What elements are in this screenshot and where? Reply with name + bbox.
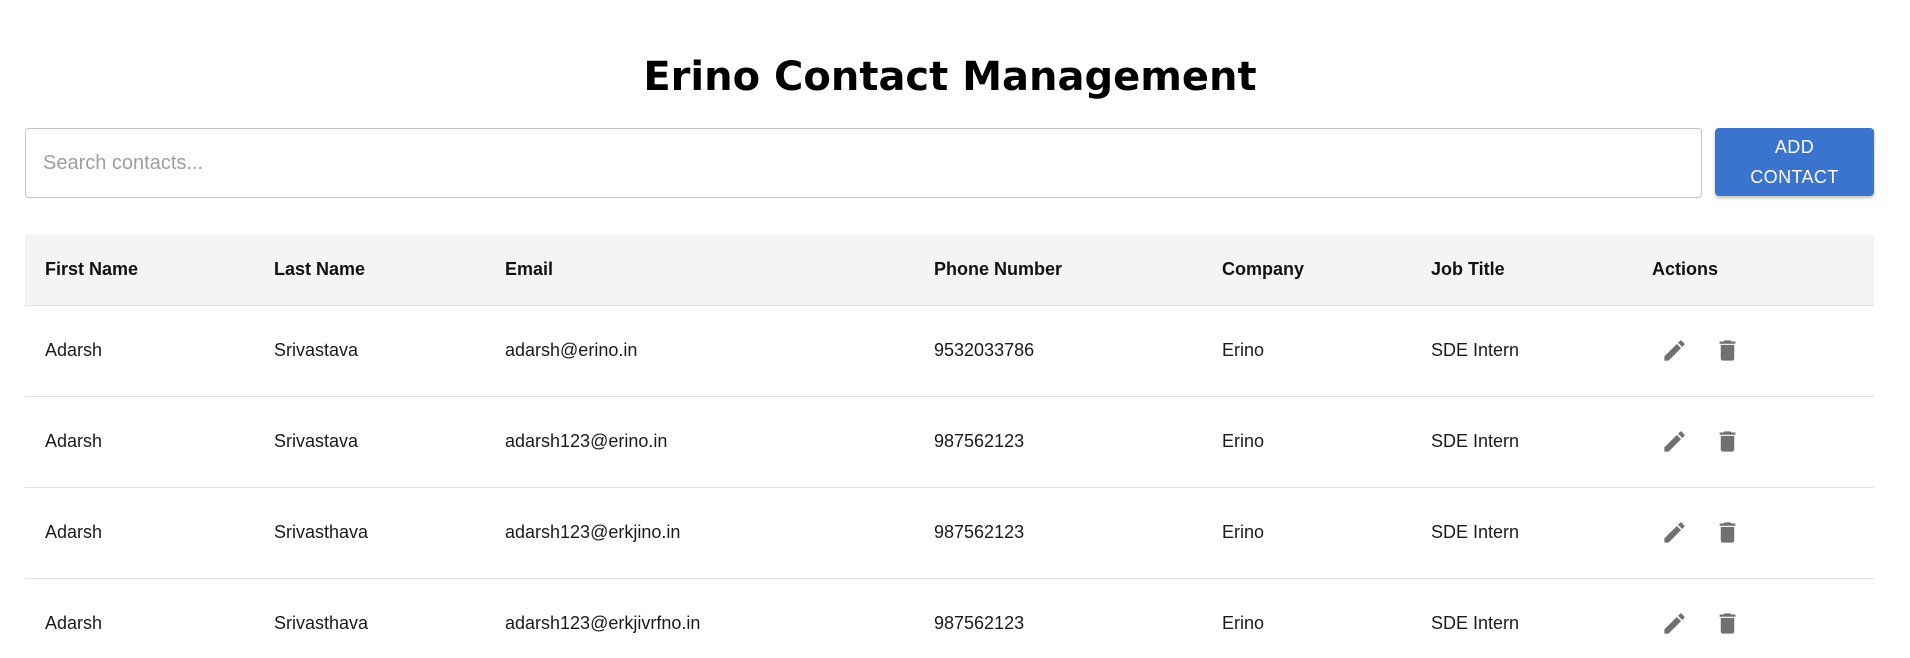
cell-phone-number: 987562123	[914, 578, 1202, 658]
edit-button[interactable]	[1654, 513, 1694, 553]
cell-company: Erino	[1202, 578, 1411, 658]
edit-icon	[1663, 340, 1685, 361]
search-input[interactable]	[25, 128, 1702, 198]
table-row: Adarsh Srivastava adarsh123@erino.in 987…	[25, 396, 1874, 488]
delete-button[interactable]	[1707, 331, 1747, 371]
cell-email: adarsh123@erkjino.in	[485, 487, 914, 579]
cell-first-name: Adarsh	[25, 305, 254, 397]
cell-company: Erino	[1202, 396, 1411, 488]
cell-last-name: Srivastava	[254, 396, 485, 488]
cell-actions	[1632, 305, 1874, 397]
cell-phone-number: 987562123	[914, 487, 1202, 579]
header-first-name: First Name	[25, 235, 254, 306]
table-row: Adarsh Srivastava adarsh@erino.in 953203…	[25, 305, 1874, 397]
delete-button[interactable]	[1707, 513, 1747, 553]
page-title: Erino Contact Management	[643, 54, 1257, 100]
delete-icon	[1719, 613, 1735, 634]
delete-icon	[1719, 522, 1735, 543]
cell-actions	[1632, 578, 1874, 658]
cell-company: Erino	[1202, 487, 1411, 579]
edit-icon	[1663, 431, 1685, 452]
contacts-table-container: First Name Last Name Email Phone Number …	[25, 235, 1874, 658]
cell-actions	[1632, 396, 1874, 488]
edit-icon	[1663, 613, 1685, 634]
cell-first-name: Adarsh	[25, 578, 254, 658]
contact-management-page: Erino Contact Management ADD CONTACT Fir…	[0, 0, 1910, 658]
header-actions: Actions	[1632, 235, 1874, 306]
header-email: Email	[485, 235, 914, 306]
header-last-name: Last Name	[254, 235, 485, 306]
edit-button[interactable]	[1654, 422, 1694, 462]
cell-first-name: Adarsh	[25, 396, 254, 488]
cell-last-name: Srivasthava	[254, 487, 485, 579]
table-row: Adarsh Srivasthava adarsh123@erkjivrfno.…	[25, 578, 1874, 658]
cell-email: adarsh@erino.in	[485, 305, 914, 397]
cell-last-name: Srivastava	[254, 305, 485, 397]
cell-phone-number: 9532033786	[914, 305, 1202, 397]
table-header-row: First Name Last Name Email Phone Number …	[25, 235, 1874, 306]
cell-email: adarsh123@erkjivrfno.in	[485, 578, 914, 658]
cell-company: Erino	[1202, 305, 1411, 397]
cell-actions	[1632, 487, 1874, 579]
edit-button[interactable]	[1654, 331, 1694, 371]
header-phone-number: Phone Number	[914, 235, 1202, 306]
edit-button[interactable]	[1654, 604, 1694, 644]
delete-icon	[1719, 431, 1735, 452]
edit-icon	[1663, 522, 1685, 543]
toolbar: ADD CONTACT	[25, 128, 1874, 198]
cell-job-title: SDE Intern	[1411, 396, 1632, 488]
cell-first-name: Adarsh	[25, 487, 254, 579]
delete-button[interactable]	[1707, 422, 1747, 462]
cell-job-title: SDE Intern	[1411, 305, 1632, 397]
add-contact-button[interactable]: ADD CONTACT	[1715, 128, 1874, 196]
cell-last-name: Srivasthava	[254, 578, 485, 658]
header-company: Company	[1202, 235, 1411, 306]
cell-email: adarsh123@erino.in	[485, 396, 914, 488]
table-row: Adarsh Srivasthava adarsh123@erkjino.in …	[25, 487, 1874, 579]
delete-button[interactable]	[1707, 604, 1747, 644]
delete-icon	[1719, 340, 1735, 361]
cell-phone-number: 987562123	[914, 396, 1202, 488]
cell-job-title: SDE Intern	[1411, 487, 1632, 579]
header-job-title: Job Title	[1411, 235, 1632, 306]
cell-job-title: SDE Intern	[1411, 578, 1632, 658]
contacts-table: First Name Last Name Email Phone Number …	[25, 235, 1874, 658]
